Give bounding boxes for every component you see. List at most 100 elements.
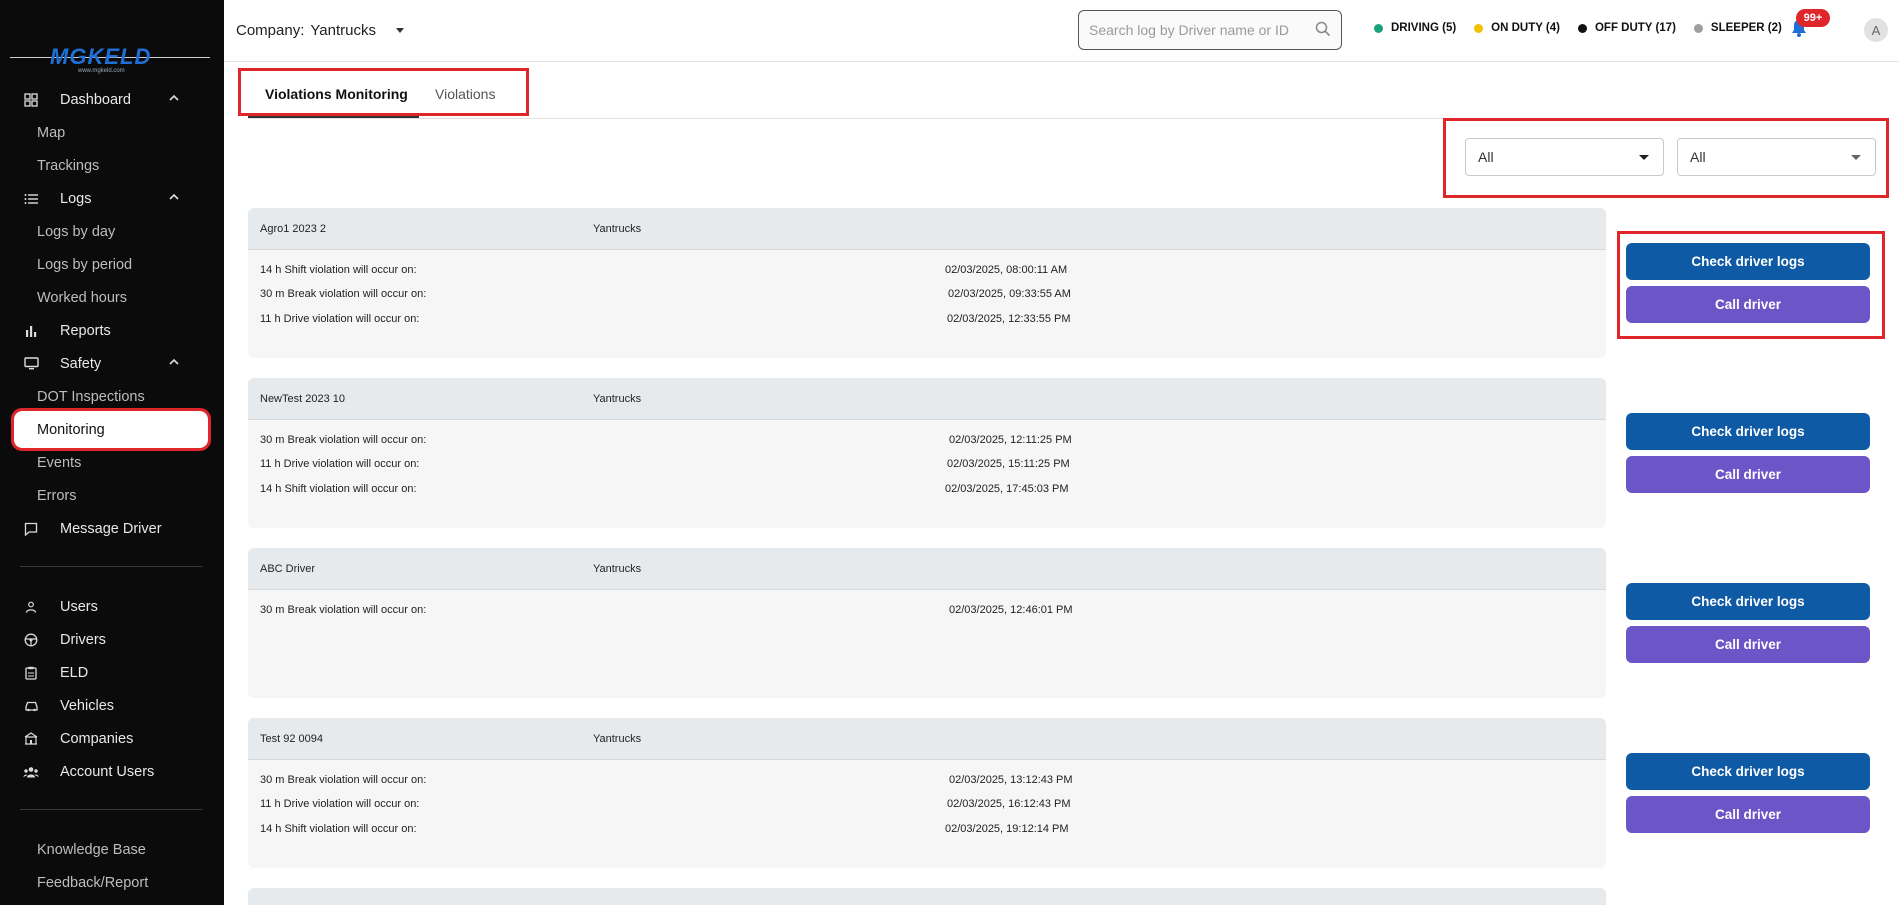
call-driver-button[interactable]: Call driver bbox=[1626, 796, 1870, 833]
bar-chart-icon bbox=[20, 320, 42, 342]
status-sleeper[interactable]: SLEEPER (2) bbox=[1693, 22, 1782, 34]
search-icon[interactable] bbox=[1315, 21, 1331, 42]
building-icon bbox=[20, 728, 42, 750]
sidebar-item-label: Reports bbox=[60, 322, 111, 339]
check-driver-logs-button[interactable]: Check driver logs bbox=[1626, 753, 1870, 790]
violation-card bbox=[248, 888, 1606, 905]
sidebar-item-map[interactable]: Map bbox=[37, 116, 65, 149]
violation-text: 14 h Shift violation will occur on: bbox=[260, 823, 417, 835]
logo-subtext: www.mgkeld.com bbox=[78, 68, 125, 74]
sidebar-item-logs-by-day[interactable]: Logs by day bbox=[37, 215, 115, 248]
violation-text: 14 h Shift violation will occur on: bbox=[260, 264, 417, 276]
card-header: Test 92 0094 Yantrucks bbox=[248, 718, 1606, 760]
violation-text: 11 h Drive violation will occur on: bbox=[260, 458, 420, 470]
brand-logo[interactable]: MGKELD www.mgkeld.com bbox=[10, 36, 210, 80]
sidebar-item-label: Logs bbox=[60, 190, 92, 207]
violation-text: 30 m Break violation will occur on: bbox=[260, 288, 427, 300]
clipboard-icon bbox=[20, 662, 42, 684]
driver-name: NewTest 2023 10 bbox=[260, 393, 345, 405]
sidebar-item-feedback-report[interactable]: Feedback/Report bbox=[37, 866, 148, 899]
status-dot-icon bbox=[1374, 23, 1383, 33]
card-header: NewTest 2023 10 Yantrucks bbox=[248, 378, 1606, 420]
violation-time: 02/03/2025, 12:33:55 PM bbox=[947, 313, 1071, 325]
sidebar-item-errors[interactable]: Errors bbox=[37, 479, 76, 512]
filter-value: All bbox=[1478, 149, 1494, 165]
user-avatar[interactable]: A bbox=[1864, 18, 1888, 42]
sidebar-item-logs[interactable]: Logs bbox=[0, 182, 224, 215]
company-name: Yantrucks bbox=[593, 563, 642, 575]
status-driving[interactable]: DRIVING (5) bbox=[1374, 22, 1456, 34]
violation-time: 02/03/2025, 08:00:11 AM bbox=[945, 264, 1068, 276]
sidebar-item-vehicles[interactable]: Vehicles bbox=[0, 689, 224, 722]
caret-down-icon bbox=[396, 28, 404, 33]
check-driver-logs-button[interactable]: Check driver logs bbox=[1626, 243, 1870, 280]
sidebar-item-knowledge-base[interactable]: Knowledge Base bbox=[37, 833, 146, 866]
tab-violations[interactable]: Violations bbox=[435, 86, 495, 102]
sidebar-item-monitoring[interactable]: Monitoring bbox=[11, 408, 211, 451]
dropdown-arrow-icon bbox=[1851, 155, 1861, 160]
sidebar-item-trackings[interactable]: Trackings bbox=[37, 149, 99, 182]
violation-time: 02/03/2025, 17:45:03 PM bbox=[945, 483, 1069, 495]
chevron-up-icon[interactable] bbox=[168, 92, 180, 108]
sidebar-item-companies[interactable]: Companies bbox=[0, 722, 224, 755]
dashboard-grid-icon bbox=[20, 89, 42, 111]
chevron-up-icon[interactable] bbox=[168, 191, 180, 207]
sidebar-item-account-users[interactable]: Account Users bbox=[0, 755, 224, 788]
company-label: Company: bbox=[236, 22, 305, 39]
sidebar-item-drivers[interactable]: Drivers bbox=[0, 623, 224, 656]
search-input[interactable] bbox=[1089, 19, 1309, 41]
company-name: Yantrucks bbox=[593, 393, 642, 405]
sidebar-item-label: Account Users bbox=[60, 763, 155, 780]
sidebar-item-events[interactable]: Events bbox=[37, 446, 81, 479]
filter-select-2[interactable]: All bbox=[1677, 138, 1876, 176]
sidebar-item-message-driver[interactable]: Message Driver bbox=[0, 512, 224, 545]
monitor-icon bbox=[20, 353, 42, 375]
tab-violations-monitoring[interactable]: Violations Monitoring bbox=[265, 86, 408, 102]
driver-name: Test 92 0094 bbox=[260, 733, 323, 745]
violation-card: Test 92 0094 Yantrucks 30 m Break violat… bbox=[248, 718, 1606, 868]
card-header bbox=[248, 888, 1606, 905]
sidebar-item-safety[interactable]: Safety bbox=[0, 347, 224, 380]
status-label: OFF DUTY (17) bbox=[1594, 22, 1676, 34]
status-off-duty[interactable]: OFF DUTY (17) bbox=[1577, 22, 1676, 34]
check-driver-logs-button[interactable]: Check driver logs bbox=[1626, 413, 1870, 450]
violation-text: 11 h Drive violation will occur on: bbox=[260, 798, 420, 810]
sidebar-item-label: Dashboard bbox=[60, 91, 131, 108]
chevron-up-icon[interactable] bbox=[168, 356, 180, 372]
call-driver-button[interactable]: Call driver bbox=[1626, 286, 1870, 323]
violation-time: 02/03/2025, 12:46:01 PM bbox=[949, 604, 1073, 616]
status-on-duty[interactable]: ON DUTY (4) bbox=[1474, 22, 1560, 34]
violation-time: 02/03/2025, 12:11:25 PM bbox=[949, 434, 1072, 446]
sidebar-item-reports[interactable]: Reports bbox=[0, 314, 224, 347]
violation-time: 02/03/2025, 16:12:43 PM bbox=[947, 798, 1071, 810]
driver-name: ABC Driver bbox=[260, 563, 316, 575]
violation-card: Agro1 2023 2 Yantrucks 14 h Shift violat… bbox=[248, 208, 1606, 358]
call-driver-button[interactable]: Call driver bbox=[1626, 626, 1870, 663]
violation-time: 02/03/2025, 15:11:25 PM bbox=[947, 458, 1070, 470]
steering-wheel-icon bbox=[20, 629, 42, 651]
check-driver-logs-button[interactable]: Check driver logs bbox=[1626, 583, 1870, 620]
sidebar-item-users[interactable]: Users bbox=[0, 590, 224, 623]
company-name: Yantrucks bbox=[593, 733, 642, 745]
top-header: Company: Yantrucks DRIVING (5) ON DUTY (4… bbox=[224, 0, 1899, 62]
tabs-divider bbox=[248, 118, 1885, 119]
sidebar-item-dot-inspections[interactable]: DOT Inspections bbox=[37, 380, 145, 413]
sidebar-item-label: Users bbox=[60, 598, 98, 615]
logo-text: MGKELD bbox=[50, 44, 152, 69]
filter-select-1[interactable]: All bbox=[1465, 138, 1664, 176]
violation-text: 11 h Drive violation will occur on: bbox=[260, 313, 420, 325]
filter-value: All bbox=[1690, 149, 1706, 165]
company-selector[interactable]: Company: Yantrucks bbox=[236, 22, 404, 39]
company-value: Yantrucks bbox=[310, 22, 376, 39]
sidebar-item-worked-hours[interactable]: Worked hours bbox=[37, 281, 127, 314]
status-dot-icon bbox=[1474, 23, 1484, 33]
message-icon bbox=[20, 518, 42, 540]
sidebar-item-dashboard[interactable]: Dashboard bbox=[0, 83, 224, 116]
sidebar-item-logs-by-period[interactable]: Logs by period bbox=[37, 248, 132, 281]
sidebar-divider bbox=[20, 809, 202, 810]
call-driver-button[interactable]: Call driver bbox=[1626, 456, 1870, 493]
sidebar-item-label: ELD bbox=[60, 664, 89, 681]
status-label: ON DUTY (4) bbox=[1491, 22, 1560, 34]
sidebar-item-eld[interactable]: ELD bbox=[0, 656, 224, 689]
sidebar-item-label: Companies bbox=[60, 730, 134, 747]
